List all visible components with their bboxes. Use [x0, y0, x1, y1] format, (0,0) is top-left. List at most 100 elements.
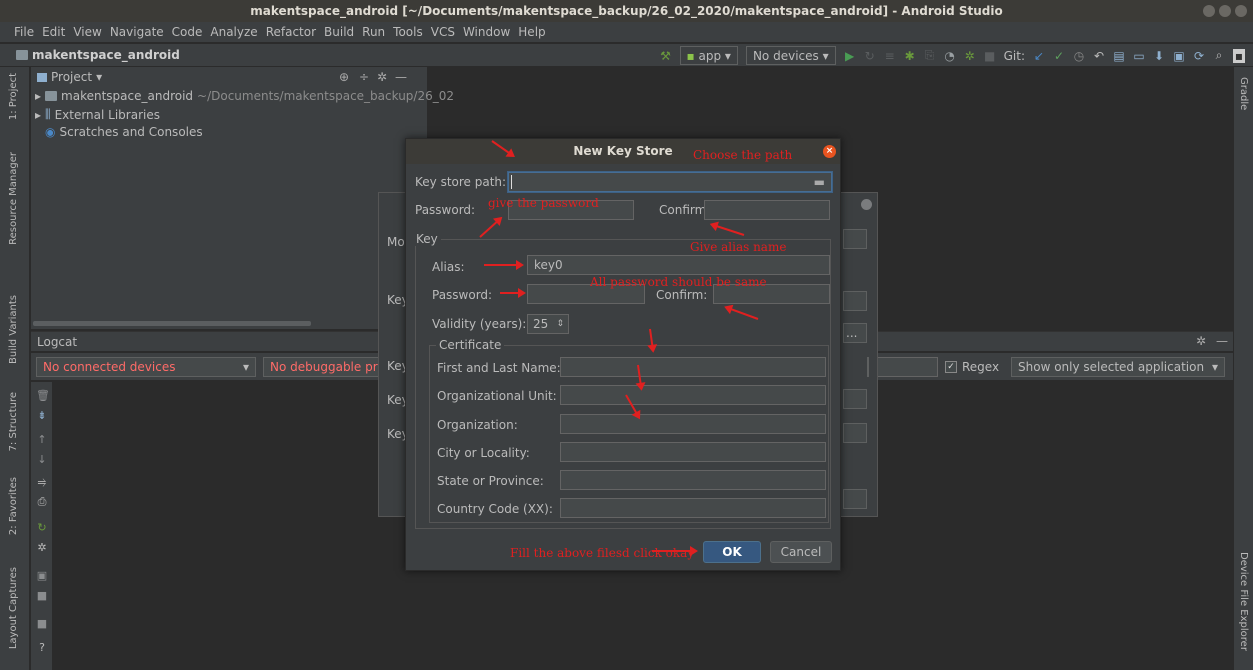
tab-build-variants[interactable]: Build Variants — [8, 295, 19, 364]
hide-icon[interactable]: — — [395, 70, 407, 84]
gear-icon[interactable]: ✲ — [377, 70, 387, 84]
help-icon[interactable]: ? — [36, 642, 48, 654]
expand-arrow-icon[interactable]: ▸ — [35, 89, 41, 103]
bg-field[interactable] — [843, 291, 867, 311]
layout-inspector-icon[interactable]: ▣ — [1173, 49, 1185, 63]
tab-project[interactable]: 1: Project — [8, 73, 19, 120]
horizontal-scrollbar[interactable] — [33, 321, 311, 326]
folder-browse-icon[interactable]: ▬ — [814, 173, 825, 191]
locate-icon[interactable]: ⊕ — [339, 70, 349, 84]
menu-navigate[interactable]: Navigate — [110, 25, 164, 39]
process-filter-select[interactable]: No debuggable proc — [263, 357, 393, 377]
device-select[interactable]: No devices ▾ — [745, 46, 836, 65]
git-commit-icon[interactable]: ✓ — [1053, 49, 1065, 63]
restart-icon[interactable]: ↻ — [36, 522, 48, 534]
screenshot-icon[interactable]: ▣ — [36, 570, 48, 582]
clear-log-icon[interactable]: 🗑 — [36, 390, 50, 402]
avd-manager-icon[interactable]: ▭ — [1133, 49, 1145, 63]
alias-input[interactable]: key0 — [527, 255, 830, 275]
store-confirm-input[interactable] — [704, 200, 830, 220]
bg-browse-button[interactable]: ... — [843, 323, 867, 343]
device-filter-select[interactable]: No connected devices ▾ — [36, 357, 256, 377]
regex-checkbox[interactable]: ✓ — [945, 361, 957, 373]
bg-field[interactable] — [867, 357, 869, 377]
project-view-select[interactable]: Project — [51, 70, 92, 84]
project-structure-icon[interactable]: ▤ — [1113, 49, 1125, 63]
maximize-button[interactable] — [1219, 5, 1231, 17]
bg-field[interactable] — [843, 389, 867, 409]
breadcrumb[interactable]: makentspace_android — [16, 48, 180, 62]
minimize-button[interactable] — [1203, 5, 1215, 17]
screen-record-icon[interactable]: ■ — [36, 590, 48, 602]
menu-view[interactable]: View — [73, 25, 101, 39]
tree-item-scratches[interactable]: ◉ Scratches and Consoles — [45, 125, 203, 139]
organization-input[interactable] — [560, 414, 826, 434]
tab-layout-captures[interactable]: Layout Captures — [8, 567, 19, 649]
close-icon[interactable]: × — [823, 145, 836, 158]
logcat-scope-select[interactable]: Show only selected application ▾ — [1011, 357, 1225, 377]
profile-icon[interactable]: ◔ — [944, 49, 956, 63]
stop-icon[interactable]: ■ — [984, 49, 996, 63]
menu-edit[interactable]: Edit — [42, 25, 65, 39]
ok-button[interactable]: OK — [703, 541, 761, 563]
hammer-icon[interactable]: ⚒ — [660, 49, 672, 63]
menu-tools[interactable]: Tools — [393, 25, 423, 39]
debug-icon[interactable]: ✱ — [904, 49, 916, 63]
down-arrow-icon[interactable]: ↓ — [36, 454, 48, 466]
menu-vcs[interactable]: VCS — [431, 25, 455, 39]
country-code-input[interactable] — [560, 498, 826, 518]
rerun-icon[interactable]: ↻ — [864, 49, 876, 63]
logcat-gear-icon[interactable]: ✲ — [1196, 334, 1206, 348]
spinner-arrows-icon[interactable]: ⇕ — [556, 315, 564, 333]
coverage-icon[interactable]: ✲ — [964, 49, 976, 63]
menu-code[interactable]: Code — [172, 25, 203, 39]
state-input[interactable] — [560, 470, 826, 490]
bg-field[interactable] — [843, 423, 867, 443]
expand-arrow-icon[interactable]: ▸ — [35, 108, 41, 122]
validity-spinner[interactable]: 25 ⇕ — [527, 314, 569, 334]
scroll-to-end-icon[interactable]: ⇟ — [36, 410, 48, 422]
keystore-path-input[interactable]: ▬ — [508, 172, 832, 192]
tab-gradle[interactable]: Gradle — [1238, 77, 1249, 110]
soft-wrap-icon[interactable]: ⥤ — [36, 476, 48, 488]
close-window-button[interactable] — [1235, 5, 1247, 17]
first-last-name-input[interactable] — [560, 357, 826, 377]
menu-window[interactable]: Window — [463, 25, 510, 39]
bg-module-select[interactable] — [843, 229, 867, 249]
attach-debugger-icon[interactable]: ⎘ — [924, 48, 936, 63]
menu-analyze[interactable]: Analyze — [210, 25, 257, 39]
settings-icon[interactable]: ✲ — [36, 542, 48, 554]
city-input[interactable] — [560, 442, 826, 462]
menu-refactor[interactable]: Refactor — [266, 25, 316, 39]
sdk-manager-icon[interactable]: ⬇ — [1153, 49, 1165, 63]
stop-logcat-icon[interactable]: ■ — [36, 618, 48, 630]
tree-item-external-libraries[interactable]: ▸ ⫼ External Libraries — [35, 107, 160, 122]
bg-button[interactable] — [843, 489, 867, 509]
run-icon[interactable]: ▶ — [844, 49, 856, 63]
run-config-select[interactable]: ▪ app ▾ — [679, 46, 738, 65]
bg-close-icon[interactable] — [861, 199, 872, 210]
user-icon[interactable]: ▪ — [1233, 48, 1245, 63]
chevron-down-icon[interactable]: ▾ — [96, 70, 102, 84]
logcat-search-input[interactable] — [876, 357, 938, 377]
up-arrow-icon[interactable]: ↑ — [36, 434, 48, 446]
tab-resource-manager[interactable]: Resource Manager — [8, 152, 19, 245]
org-unit-input[interactable] — [560, 385, 826, 405]
regex-toggle[interactable]: ✓ Regex — [945, 360, 999, 374]
print-icon[interactable]: ⎙ — [36, 496, 48, 508]
git-update-icon[interactable]: ↙ — [1033, 49, 1045, 63]
menu-run[interactable]: Run — [362, 25, 385, 39]
git-history-icon[interactable]: ◷ — [1073, 49, 1085, 63]
git-rollback-icon[interactable]: ↶ — [1093, 49, 1105, 63]
cancel-button[interactable]: Cancel — [770, 541, 832, 563]
logcat-hide-icon[interactable]: — — [1216, 334, 1228, 348]
menu-build[interactable]: Build — [324, 25, 354, 39]
tab-device-file-explorer[interactable]: Device File Explorer — [1238, 552, 1249, 651]
sync-gradle-icon[interactable]: ⟳ — [1193, 49, 1205, 63]
collapse-icon[interactable]: ÷ — [359, 70, 369, 84]
apply-changes-icon[interactable]: ≡ — [884, 49, 896, 63]
tab-structure[interactable]: 7: Structure — [8, 392, 19, 451]
menu-file[interactable]: File — [14, 25, 34, 39]
tree-item-project[interactable]: ▸ makentspace_android ~/Documents/makent… — [35, 89, 454, 103]
tab-favorites[interactable]: 2: Favorites — [8, 477, 19, 535]
